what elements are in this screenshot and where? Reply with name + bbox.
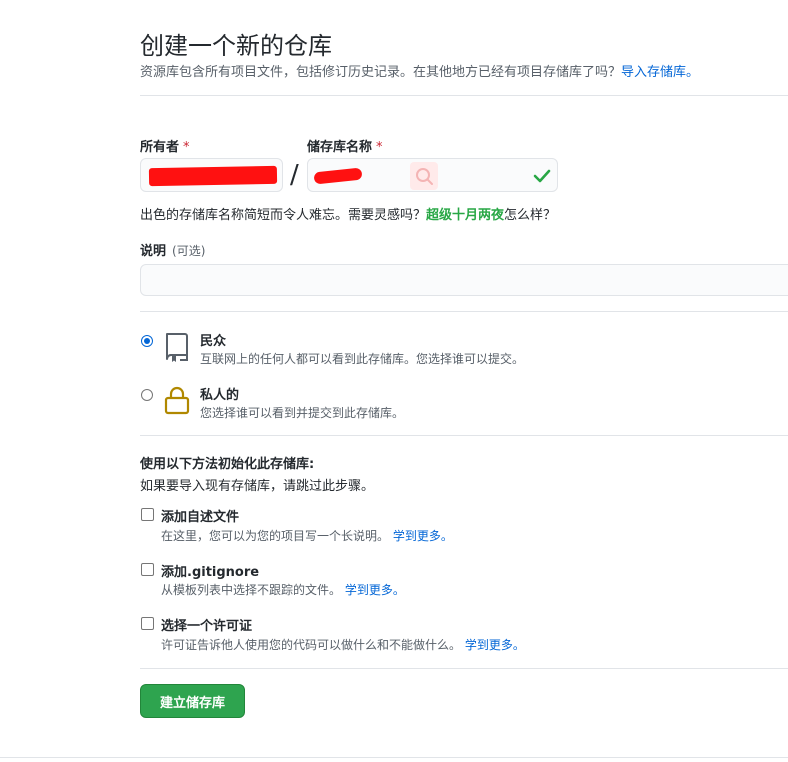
license-title: 选择一个许可证 bbox=[161, 619, 253, 634]
public-radio[interactable] bbox=[141, 335, 153, 347]
private-option-title: 私人的 bbox=[200, 388, 240, 403]
public-option-desc: 互联网上的任何人都可以看到此存储库。您选择谁可以提交。 bbox=[200, 352, 525, 366]
owner-label-text: 所有者 bbox=[140, 140, 180, 155]
init-section-subtitle: 如果要导入现有存储库，请跳过此步骤。 bbox=[140, 479, 375, 494]
search-icon bbox=[416, 168, 433, 185]
owner-required-mark: * bbox=[183, 140, 190, 155]
readme-title: 添加自述文件 bbox=[161, 510, 240, 525]
license-learn-more-link[interactable]: 学到更多。 bbox=[465, 638, 525, 652]
public-option-title: 民众 bbox=[200, 334, 227, 349]
import-repo-link[interactable]: 导入存储库。 bbox=[621, 65, 699, 80]
private-option-desc: 您选择谁可以看到并提交到此存储库。 bbox=[200, 406, 405, 420]
gitignore-title: 添加.gitignore bbox=[161, 565, 260, 580]
subtitle-text: 资源库包含所有项目文件，包括修订历史记录。在其他地方已经有项目存储库了吗？ bbox=[140, 65, 622, 80]
check-icon bbox=[533, 169, 551, 183]
gitignore-learn-more-link[interactable]: 学到更多。 bbox=[345, 583, 405, 597]
owner-select[interactable] bbox=[140, 158, 283, 192]
readme-checkbox[interactable] bbox=[141, 508, 154, 521]
submit-divider bbox=[140, 668, 788, 669]
owner-label: 所有者 * bbox=[140, 136, 190, 155]
description-label: 说明 (可选) bbox=[140, 240, 205, 259]
page-subtitle: 资源库包含所有项目文件，包括修订历史记录。在其他地方已经有项目存储库了吗？导入存… bbox=[140, 61, 699, 80]
readme-desc-text: 在这里，您可以为您的项目写一个长说明。 bbox=[161, 529, 390, 543]
repo-required-mark: * bbox=[376, 140, 383, 155]
license-checkbox[interactable] bbox=[141, 617, 154, 630]
license-desc: 许可证告诉他人使用您的代码可以做什么和不能做什么。 学到更多。 bbox=[161, 636, 525, 653]
license-desc-text: 许可证告诉他人使用您的代码可以做什么和不能做什么。 bbox=[161, 638, 462, 652]
footer-divider bbox=[0, 757, 788, 758]
gitignore-checkbox[interactable] bbox=[141, 563, 154, 576]
hint-prefix: 出色的存储库名称简短而令人难忘。需要灵感吗？ bbox=[140, 208, 427, 223]
hint-suffix: 怎么样？ bbox=[504, 208, 557, 223]
name-suggestion[interactable]: 超级十月两夜 bbox=[426, 208, 504, 223]
private-radio[interactable] bbox=[141, 389, 153, 401]
optional-tag: (可选) bbox=[172, 244, 206, 258]
gitignore-desc-text: 从模板列表中选择不跟踪的文件。 bbox=[161, 583, 342, 597]
repo-label-text: 储存库名称 bbox=[307, 140, 373, 155]
page-title: 创建一个新的仓库 bbox=[140, 32, 332, 60]
lock-icon bbox=[164, 386, 190, 415]
owner-redaction bbox=[148, 165, 278, 187]
init-section-title: 使用以下方法初始化此存储库: bbox=[140, 457, 315, 472]
repo-name-input[interactable] bbox=[307, 158, 558, 192]
readme-learn-more-link[interactable]: 学到更多。 bbox=[393, 529, 453, 543]
visibility-divider-top bbox=[140, 311, 788, 312]
gitignore-desc: 从模板列表中选择不跟踪的文件。 学到更多。 bbox=[161, 581, 405, 598]
readme-desc: 在这里，您可以为您的项目写一个长说明。 学到更多。 bbox=[161, 527, 453, 544]
repo-name-hint: 出色的存储库名称简短而令人难忘。需要灵感吗？超级十月两夜怎么样？ bbox=[140, 204, 556, 223]
visibility-divider-bottom bbox=[140, 435, 788, 436]
repo-icon bbox=[166, 333, 188, 362]
search-overlay bbox=[410, 162, 438, 190]
description-label-text: 说明 bbox=[140, 244, 167, 259]
repo-name-redaction bbox=[313, 167, 363, 185]
header-divider bbox=[140, 95, 788, 96]
create-repository-button[interactable]: 建立储存库 bbox=[140, 684, 245, 718]
repo-name-label: 储存库名称 * bbox=[307, 136, 383, 155]
owner-repo-separator: / bbox=[290, 160, 299, 190]
description-input[interactable] bbox=[140, 264, 788, 296]
